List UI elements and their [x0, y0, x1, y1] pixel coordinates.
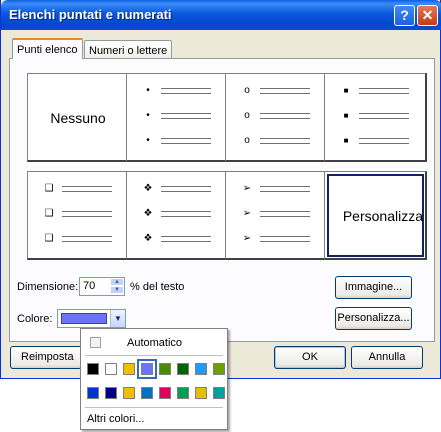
spin-up-icon[interactable]: ▲ — [110, 278, 124, 286]
color-swatch[interactable] — [137, 359, 157, 379]
color-swatch[interactable] — [177, 387, 189, 399]
size-suffix: % del testo — [130, 281, 185, 293]
diamond-bullet-icon: ❖ — [143, 233, 153, 244]
dot-bullet-icon: • — [146, 85, 150, 96]
bullet-option-square[interactable]: ■ ■ ■ — [324, 73, 427, 162]
square-bullet-icon: ■ — [343, 86, 349, 95]
square-bullet-icon: ■ — [343, 111, 349, 120]
hollow-square-bullet-icon: ❑ — [44, 233, 54, 244]
automatic-color-swatch[interactable] — [90, 337, 101, 348]
chevron-down-icon[interactable]: ▼ — [110, 310, 125, 327]
arrow-bullet-icon: ➢ — [242, 208, 252, 219]
customize-button[interactable]: Personalizza... — [335, 307, 412, 330]
image-button[interactable]: Immagine... — [335, 276, 412, 299]
arrow-bullet-icon: ➢ — [242, 183, 252, 194]
color-swatch[interactable] — [195, 363, 207, 375]
help-button[interactable]: ? — [394, 5, 415, 26]
circle-bullet-icon: o — [244, 135, 250, 146]
color-swatch[interactable] — [105, 363, 117, 375]
color-label: Colore: — [17, 313, 53, 325]
circle-bullet-icon: o — [244, 85, 250, 96]
title-bar[interactable]: Elenchi puntati e numerati ? ✕ — [1, 0, 441, 30]
diamond-bullet-icon: ❖ — [143, 208, 153, 219]
color-swatch[interactable] — [159, 387, 171, 399]
close-button[interactable]: ✕ — [417, 5, 438, 26]
color-swatch[interactable] — [123, 387, 135, 399]
diamond-bullet-icon: ❖ — [143, 183, 153, 194]
hollow-square-bullet-icon: ❑ — [44, 183, 54, 194]
tab-punti-elenco[interactable]: Punti elenco — [12, 38, 83, 59]
color-picker[interactable]: ▼ — [57, 309, 126, 328]
window-title: Elenchi puntati e numerati — [9, 7, 172, 22]
bullet-option-dot[interactable]: • • • — [126, 73, 229, 162]
color-swatch[interactable] — [159, 363, 171, 375]
automatic-option[interactable]: Automatico — [127, 337, 182, 349]
bullet-option-arrow[interactable]: ➢ ➢ ➢ — [225, 171, 328, 260]
selected-color-swatch — [61, 313, 107, 324]
circle-bullet-icon: o — [244, 110, 250, 121]
separator — [85, 407, 223, 408]
bullet-option-hollow-square[interactable]: ❑ ❑ ❑ — [27, 171, 130, 260]
color-swatch[interactable] — [105, 387, 117, 399]
hollow-square-bullet-icon: ❑ — [44, 208, 54, 219]
size-value: 70 — [83, 280, 96, 292]
arrow-bullet-icon: ➢ — [242, 233, 252, 244]
size-spinner[interactable]: 70 ▲ ▼ — [79, 277, 125, 296]
bullet-option-custom[interactable]: Personalizza — [324, 171, 427, 260]
color-swatch[interactable] — [177, 363, 189, 375]
custom-label: Personalizza — [342, 208, 423, 224]
color-swatch[interactable] — [213, 363, 225, 375]
color-swatch[interactable] — [87, 387, 99, 399]
ok-button[interactable]: OK — [274, 346, 346, 369]
color-swatch[interactable] — [213, 387, 225, 399]
color-swatch[interactable] — [141, 387, 153, 399]
dot-bullet-icon: • — [146, 135, 150, 146]
bullet-option-circle[interactable]: o o o — [225, 73, 328, 162]
bullet-option-none[interactable]: Nessuno — [27, 73, 130, 162]
color-swatch[interactable] — [123, 363, 135, 375]
color-swatch[interactable] — [195, 387, 207, 399]
color-swatch[interactable] — [87, 363, 99, 375]
size-label: Dimensione: — [17, 281, 79, 293]
color-dropdown: Automatico Altri colori... — [80, 328, 228, 430]
square-bullet-icon: ■ — [343, 136, 349, 145]
bullet-option-diamond[interactable]: ❖ ❖ ❖ — [126, 171, 229, 260]
dot-bullet-icon: • — [146, 110, 150, 121]
spin-down-icon[interactable]: ▼ — [110, 286, 124, 294]
reset-button[interactable]: Reimposta — [10, 346, 82, 369]
more-colors-option[interactable]: Altri colori... — [87, 413, 144, 425]
separator — [85, 355, 223, 356]
tab-panel: Nessuno • • • o o o ■ ■ ■ ❑ ❑ ❑ ❖ ❖ ❖ ➢ … — [9, 58, 435, 342]
cancel-button[interactable]: Annulla — [351, 346, 423, 369]
none-label: Nessuno — [50, 110, 106, 126]
